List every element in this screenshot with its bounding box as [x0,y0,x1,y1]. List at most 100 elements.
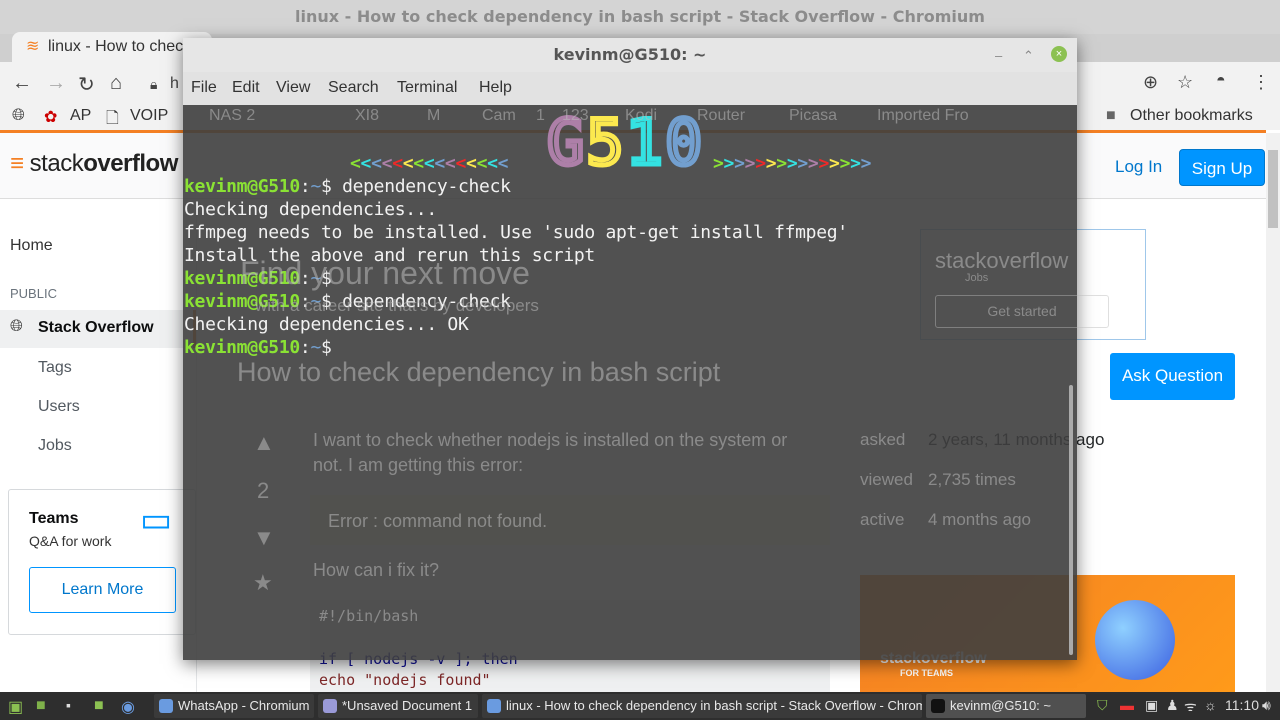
bookmark-picasa[interactable]: Picasa [789,107,837,125]
task-label: kevinm@G510: ~ [950,698,1051,713]
forward-icon[interactable]: → [46,72,66,95]
teams-subtitle: Q&A for work [29,533,112,549]
terminal-menubar [183,72,1077,105]
menu-icon[interactable]: ⋮ [1252,72,1270,93]
back-icon[interactable]: ← [12,72,32,95]
lock-icon: 🔒︎ [150,76,158,92]
downvote-icon[interactable]: ▼ [253,525,275,551]
bookmark-imported[interactable]: Imported Fro [877,107,969,125]
upvote-icon[interactable]: ▲ [253,430,275,456]
text-editor-icon [323,699,337,713]
show-desktop-icon[interactable]: ■ [36,697,46,715]
question-body-line2: not. I am getting this error: [313,455,524,475]
brightness-icon[interactable]: ☼ [1204,697,1217,713]
bookmark-m[interactable]: M [427,107,440,125]
question-title[interactable]: How to check dependency in bash script [237,357,720,388]
zoom-icon[interactable]: ⊕ [1143,72,1158,93]
bookmark-router[interactable]: Router [697,107,745,125]
favorite-star-icon[interactable]: ★ [253,570,273,596]
nav-home[interactable]: Home [10,237,53,255]
menu-search[interactable]: Search [328,79,379,97]
meta-viewed-value: 2,735 times [928,470,1016,489]
menu-view[interactable]: View [276,79,310,97]
code-line: echo "nodejs found" [319,671,491,689]
huawei-icon: ✿ [44,109,58,126]
terminal-scrollbar[interactable] [1069,385,1073,655]
signup-button[interactable]: Sign Up [1179,149,1265,186]
task-label: WhatsApp - Chromium [178,698,310,713]
ask-question-button[interactable]: Ask Question [1110,353,1235,400]
vote-count: 2 [257,478,270,503]
window-title: linux - How to check dependency in bash … [0,0,1280,34]
error-text: Error : command not found. [328,511,548,531]
terminal-icon [931,699,945,713]
bookmark-1[interactable]: 1 [536,107,545,125]
volume-icon[interactable]: 🔊︎ [1262,697,1271,714]
menu-help[interactable]: Help [479,79,512,97]
stackoverflow-favicon-icon: ≋ [26,38,40,55]
terminal-launcher-icon[interactable]: ▪ [66,697,71,713]
home-icon[interactable]: ⌂ [110,72,122,95]
files-launcher-icon[interactable]: ■ [94,697,104,715]
so-logo[interactable]: ≡ stackoverflow [10,150,178,178]
bookmark-cam[interactable]: Cam [482,107,516,125]
chromium-icon [159,699,173,713]
minimize-icon[interactable]: – [995,48,1002,63]
task-unsaved-document[interactable]: *Unsaved Document 1 [318,694,478,718]
code-line: #!/bin/bash [319,607,419,625]
bookmark-nas2[interactable]: NAS 2 [209,107,255,125]
globe-icon[interactable]: 🌐︎ [12,107,25,125]
logo-text-bold: overflow [83,150,178,177]
chromium-launcher-icon[interactable]: ◉ [121,697,135,717]
banner-left-arrows: <<<<<<<<<<<<<<< [350,153,509,174]
shield-icon[interactable]: ⛉ [1097,697,1108,714]
task-chromium-stackoverflow[interactable]: linux - How to check dependency in bash … [482,694,922,718]
clock[interactable]: 11:10 [1225,697,1259,713]
menu-terminal[interactable]: Terminal [397,79,457,97]
task-terminal[interactable]: kevinm@G510: ~ [926,694,1086,718]
logo-text: stack [29,150,84,177]
bookmark-ap[interactable]: AP [70,107,91,125]
nav-stackoverflow-label: Stack Overflow [38,319,154,336]
bubble-graphic [1095,600,1175,680]
menu-edit[interactable]: Edit [232,79,260,97]
incognito-icon[interactable]: ◓ [1216,72,1226,90]
tab-stackoverflow[interactable]: ≋linux - How to check dependency in bash… [12,32,212,62]
bookmark-voip[interactable]: VOIP [130,107,168,125]
task-label: *Unsaved Document 1 [342,698,473,713]
nav-tags[interactable]: Tags [38,359,72,377]
teams-title: Teams [29,510,79,527]
keyboard-layout-icon[interactable]: ▬ [1120,697,1134,713]
nav-users[interactable]: Users [38,398,80,416]
banner-right-arrows: >>>>>>>>>>>>>>> [713,153,872,174]
teams-ad-sub: FOR TEAMS [900,668,953,678]
reload-icon[interactable]: ↻ [78,72,95,97]
terminal-prompt-line: kevinm@G510:~$ [184,337,343,358]
page-scrollbar-thumb[interactable] [1268,150,1278,228]
bookmark-123[interactable]: 123 [562,107,589,125]
other-bookmarks[interactable]: Other bookmarks [1130,107,1253,125]
login-link[interactable]: Log In [1115,157,1162,177]
network-icon[interactable]: ᯤ [1184,697,1197,716]
mint-menu-icon[interactable]: ▣ [8,697,23,717]
clipboard-icon[interactable]: ▣ [1145,697,1158,714]
close-icon[interactable]: × [1051,46,1067,62]
terminal-output-line: Checking dependencies... [184,199,437,220]
get-started-button[interactable]: Get started [935,295,1109,328]
task-whatsapp[interactable]: WhatsApp - Chromium [154,694,314,718]
bookmark-kodi[interactable]: Kodi [625,107,657,125]
menu-file[interactable]: File [191,79,217,97]
learn-more-button[interactable]: Learn More [29,567,176,613]
question-body-line1: I want to check whether nodejs is instal… [313,430,788,450]
nav-jobs[interactable]: Jobs [38,437,72,455]
ad-headline: Find your next move [240,255,530,291]
chat-icon: ▭ [140,501,173,539]
ad-brand: stackoverflow [935,248,1069,273]
star-icon[interactable]: ☆ [1177,72,1193,93]
bookmark-xi8[interactable]: XI8 [355,107,379,125]
meta-active-label: active [860,510,905,529]
terminal-title: kevinm@G510: ~ [183,38,1077,72]
user-icon[interactable]: ♟ [1166,697,1179,714]
maximize-icon[interactable]: ⌃ [1023,48,1034,64]
url-bar[interactable]: h [170,75,179,93]
